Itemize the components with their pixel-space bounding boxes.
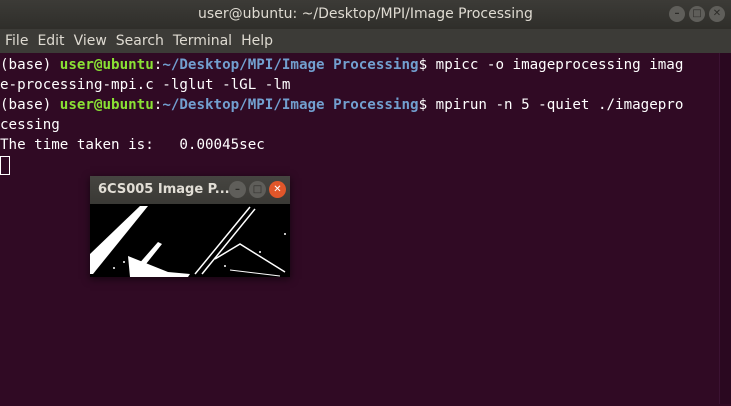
menu-help[interactable]: Help xyxy=(241,33,273,49)
prompt-dollar: $ xyxy=(418,57,436,73)
maximize-button[interactable]: □ xyxy=(689,6,705,22)
image-window-title: 6CS005 Image P... xyxy=(98,182,230,197)
image-minimize-button[interactable]: – xyxy=(229,181,246,198)
processed-image xyxy=(90,204,290,277)
command-text: mpicc -o imageprocessing imag xyxy=(435,57,684,73)
menu-edit[interactable]: Edit xyxy=(37,33,64,49)
command-text: mpirun -n 5 -quiet ./imagepro xyxy=(435,97,684,113)
close-button[interactable]: ✕ xyxy=(709,6,725,22)
menu-view[interactable]: View xyxy=(74,33,107,49)
image-close-button[interactable]: ✕ xyxy=(269,181,286,198)
menu-bar: File Edit View Search Terminal Help xyxy=(0,29,731,53)
program-output: The time taken is: 0.00045sec xyxy=(0,137,265,153)
prompt-line-2: (base) user@ubuntu:~/Desktop/MPI/Image P… xyxy=(0,95,719,115)
command-wrap-line: cessing xyxy=(0,117,60,133)
window-title: user@ubuntu: ~/Desktop/MPI/Image Process… xyxy=(198,6,533,22)
prompt-user: user@ubuntu xyxy=(59,97,154,113)
prompt-env: (base) xyxy=(0,97,60,113)
image-maximize-button[interactable]: □ xyxy=(249,181,266,198)
prompt-path: ~/Desktop/MPI/Image Processing xyxy=(162,57,419,73)
prompt-line-1: (base) user@ubuntu:~/Desktop/MPI/Image P… xyxy=(0,55,719,75)
text-cursor xyxy=(0,156,10,175)
menu-terminal[interactable]: Terminal xyxy=(173,33,232,49)
command-wrap-line: e-processing-mpi.c -lglut -lGL -lm xyxy=(0,77,291,93)
prompt-user: user@ubuntu xyxy=(59,57,154,73)
cursor-line xyxy=(0,155,719,175)
image-window-controls: – □ ✕ xyxy=(229,181,286,198)
prompt-env: (base) xyxy=(0,57,60,73)
menu-file[interactable]: File xyxy=(5,33,28,49)
menu-search[interactable]: Search xyxy=(116,33,164,49)
minimize-button[interactable]: – xyxy=(669,6,685,22)
image-window[interactable]: 6CS005 Image P... – □ ✕ xyxy=(90,176,290,277)
image-window-titlebar[interactable]: 6CS005 Image P... – □ ✕ xyxy=(90,176,290,204)
window-controls: – □ ✕ xyxy=(669,6,725,22)
terminal-scrollbar[interactable] xyxy=(719,53,731,404)
prompt-dollar: $ xyxy=(418,97,436,113)
title-bar: user@ubuntu: ~/Desktop/MPI/Image Process… xyxy=(0,0,731,29)
prompt-path: ~/Desktop/MPI/Image Processing xyxy=(162,97,419,113)
